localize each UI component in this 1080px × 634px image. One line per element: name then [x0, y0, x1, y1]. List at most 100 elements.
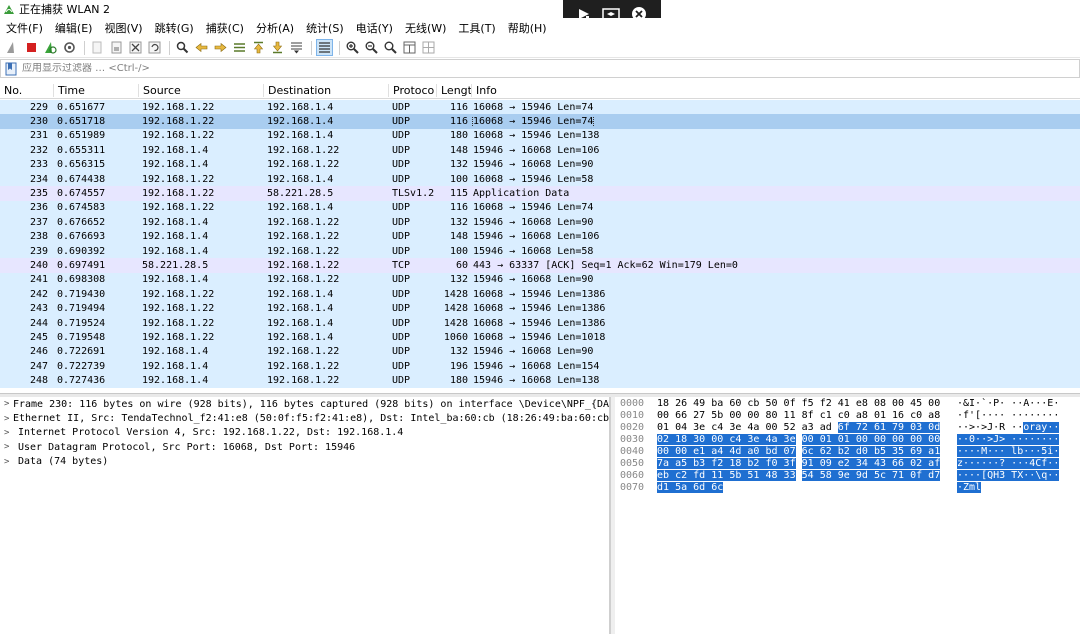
reload-icon[interactable] [146, 39, 163, 56]
packet-row[interactable]: 239 0.690392 192.168.1.4 192.168.1.22 UDP 100… [0, 243, 1080, 259]
detail-tree-item[interactable]: > Data (74 bytes) [0, 455, 609, 469]
packet-info: 16068 → 15946 Len=74 [471, 116, 1080, 128]
packet-row[interactable]: 240 0.697491 58.221.28.5 192.168.1.22 TCP 60 4… [0, 258, 1080, 273]
zoom-normal-icon[interactable] [382, 39, 399, 56]
ascii-bytes[interactable]: ··>·>J·R ··oray·· [957, 421, 1067, 433]
packet-row[interactable]: 229 0.651677 192.168.1.22 192.168.1.4 UDP 116… [0, 100, 1080, 115]
menu-view[interactable]: 视图(V) [98, 20, 148, 36]
column-header-protocol[interactable]: Protoco [388, 83, 436, 97]
detail-tree-item[interactable]: > Frame 230: 116 bytes on wire (928 bits)… [0, 397, 609, 411]
packet-row[interactable]: 246 0.722691 192.168.1.4 192.168.1.22 UDP 132… [0, 344, 1080, 360]
layout-icon[interactable] [420, 39, 437, 56]
packet-row[interactable]: 243 0.719494 192.168.1.22 192.168.1.4 UDP 142… [0, 301, 1080, 316]
hex-bytes[interactable]: 00 00 e1 a4 4d a0 bd 07 6c 62 b2 d0 b5 3… [655, 445, 957, 457]
column-header-no[interactable]: No. [0, 84, 53, 97]
menu-capture[interactable]: 捕获(C) [200, 20, 250, 36]
packet-source: 192.168.1.4 [142, 346, 209, 358]
go-to-packet-icon[interactable] [231, 39, 248, 56]
menu-telephony[interactable]: 电话(Y) [350, 20, 399, 36]
save-file-icon[interactable] [108, 39, 125, 56]
packet-row[interactable]: 242 0.719430 192.168.1.22 192.168.1.4 UDP 142… [0, 287, 1080, 302]
detail-tree-item[interactable]: > Ethernet II, Src: TendaTechnol_f2:41:e8… [0, 411, 609, 425]
forward-arrow-icon[interactable] [212, 39, 229, 56]
column-header-source[interactable]: Source [138, 83, 263, 97]
column-header-destination[interactable]: Destination [263, 83, 388, 97]
expand-chevron-icon[interactable]: > [4, 457, 18, 467]
hex-row: 0040 00 00 e1 a4 4d a0 bd 07 6c 62 b2 d0 … [615, 445, 1080, 457]
zoom-out-icon[interactable] [363, 39, 380, 56]
bookmark-filter-icon[interactable] [4, 62, 18, 76]
detail-tree-item[interactable]: > User Datagram Protocol, Src Port: 16068… [0, 440, 609, 454]
packet-row[interactable]: 236 0.674583 192.168.1.22 192.168.1.4 UDP 116… [0, 200, 1080, 216]
packet-row[interactable]: 244 0.719524 192.168.1.22 192.168.1.4 UDP 142… [0, 315, 1080, 331]
first-packet-icon[interactable] [250, 39, 267, 56]
ascii-bytes[interactable]: ·f'[···· ········ [957, 410, 1067, 421]
zoom-in-icon[interactable] [344, 39, 361, 56]
back-arrow-icon[interactable] [193, 39, 210, 56]
menu-help[interactable]: 帮助(H) [502, 20, 553, 36]
stop-square-icon[interactable] [23, 39, 40, 56]
menu-tools[interactable]: 工具(T) [452, 20, 501, 36]
hex-bytes[interactable]: 02 18 30 00 c4 3e 4a 3e 00 01 01 00 00 0… [655, 433, 957, 445]
packet-row[interactable]: 230 0.651718 192.168.1.22 192.168.1.4 UDP 116… [0, 114, 1080, 129]
menu-go[interactable]: 跳转(G) [149, 20, 200, 36]
expand-chevron-icon[interactable]: > [4, 428, 18, 438]
packet-no: 239 [29, 245, 48, 257]
hex-bytes[interactable]: 00 66 27 5b 00 00 80 11 8f c1 c0 a8 01 1… [655, 410, 957, 421]
column-header-time[interactable]: Time [53, 83, 138, 97]
restart-capture-icon[interactable] [42, 39, 59, 56]
packet-row[interactable]: 232 0.655311 192.168.1.4 192.168.1.22 UDP 148… [0, 143, 1080, 158]
packet-time: 0.719524 [57, 317, 106, 329]
expand-chevron-icon[interactable]: > [4, 399, 13, 409]
hex-bytes[interactable]: eb c2 fd 11 5b 51 48 33 54 58 9e 9d 5c 7… [655, 470, 957, 482]
hex-bytes[interactable]: d1 5a 6d 6c [655, 482, 957, 494]
find-packet-icon[interactable] [174, 39, 191, 56]
hex-bytes[interactable]: 7a a5 b3 f2 18 b2 f0 3f 91 09 e2 34 43 6… [655, 458, 957, 470]
display-filter-bar [0, 59, 1080, 78]
ascii-bytes[interactable]: ····[QH3 TX··\q·· [957, 470, 1067, 482]
ascii-bytes[interactable]: z······? ···4Cf·· [957, 458, 1067, 470]
close-file-icon[interactable] [127, 39, 144, 56]
ascii-bytes[interactable]: ····M··· lb···5i· [957, 445, 1067, 457]
display-filter-input[interactable] [22, 63, 922, 74]
menu-wireless[interactable]: 无线(W) [399, 20, 452, 36]
expand-chevron-icon[interactable]: > [4, 414, 13, 424]
packet-destination: 192.168.1.4 [267, 173, 334, 185]
packet-details-pane: > Frame 230: 116 bytes on wire (928 bits)… [0, 397, 610, 634]
packet-row[interactable]: 234 0.674438 192.168.1.22 192.168.1.4 UDP 100… [0, 171, 1080, 187]
detail-tree-item[interactable]: > Internet Protocol Version 4, Src: 192.1… [0, 426, 609, 440]
shark-fin-start-icon[interactable] [4, 39, 21, 56]
autoscroll-icon[interactable] [288, 39, 305, 56]
menu-file[interactable]: 文件(F) [0, 20, 49, 36]
resize-columns-icon[interactable] [401, 39, 418, 56]
capture-options-gear-icon[interactable] [61, 39, 78, 56]
packet-row[interactable]: 247 0.722739 192.168.1.4 192.168.1.22 UDP 196… [0, 359, 1080, 374]
menu-analyze[interactable]: 分析(A) [250, 20, 300, 36]
hex-bytes[interactable]: 01 04 3e c4 3e 4a 00 52 a3 ad 6f 72 61 7… [655, 421, 957, 433]
packet-row[interactable]: 235 0.674557 192.168.1.22 58.221.28.5 TLSv1.… [0, 186, 1080, 201]
last-packet-icon[interactable] [269, 39, 286, 56]
toolbar-separator [311, 40, 312, 55]
packet-row[interactable]: 238 0.676693 192.168.1.4 192.168.1.22 UDP 148… [0, 229, 1080, 244]
colorize-icon[interactable] [316, 39, 333, 56]
packet-row[interactable]: 237 0.676652 192.168.1.4 192.168.1.22 UDP 132… [0, 215, 1080, 230]
packet-row[interactable]: 245 0.719548 192.168.1.22 192.168.1.4 UDP 106… [0, 330, 1080, 345]
ascii-bytes[interactable]: ··0··>J> ········ [957, 433, 1067, 445]
expand-chevron-icon[interactable]: > [4, 442, 18, 452]
menu-statistics[interactable]: 统计(S) [300, 20, 350, 36]
packet-time: 0.690392 [57, 245, 106, 257]
packet-time: 0.676693 [57, 231, 106, 243]
packet-row[interactable]: 233 0.656315 192.168.1.4 192.168.1.22 UDP 132… [0, 157, 1080, 172]
open-file-icon[interactable] [89, 39, 106, 56]
ascii-bytes[interactable]: ·&I·`·P· ··A···E· [957, 398, 1067, 409]
hex-bytes[interactable]: 18 26 49 ba 60 cb 50 0f f5 f2 41 e8 08 0… [655, 398, 957, 409]
menu-edit[interactable]: 编辑(E) [49, 20, 99, 36]
packet-row[interactable]: 231 0.651989 192.168.1.22 192.168.1.4 UDP 180… [0, 128, 1080, 144]
packet-row[interactable]: 241 0.698308 192.168.1.4 192.168.1.22 UDP 132… [0, 272, 1080, 288]
column-header-length[interactable]: Lengt [436, 83, 471, 97]
packet-source: 192.168.1.4 [142, 360, 209, 372]
column-header-info[interactable]: Info [471, 83, 1080, 97]
ascii-bytes[interactable]: ·Zml [957, 482, 1067, 494]
detail-tree-label: Data (74 bytes) [18, 456, 109, 468]
packet-row[interactable]: 248 0.727436 192.168.1.4 192.168.1.22 UDP 180… [0, 373, 1080, 388]
